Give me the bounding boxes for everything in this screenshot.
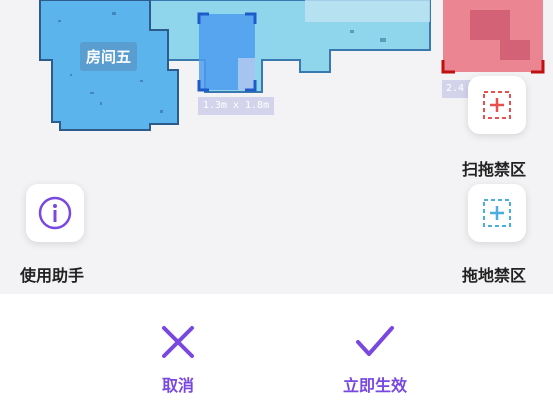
sweep-mop-forbidden-button[interactable] bbox=[468, 76, 526, 134]
add-blue-zone-icon bbox=[483, 199, 511, 227]
info-icon bbox=[38, 196, 72, 230]
close-icon bbox=[162, 326, 194, 358]
cancel-label: 取消 bbox=[161, 376, 194, 395]
zone-dimension-label: 1.3m x 1.8m bbox=[198, 97, 274, 115]
help-label: 使用助手 bbox=[20, 266, 85, 285]
selected-zone-notch bbox=[238, 58, 255, 90]
help-button[interactable] bbox=[26, 184, 84, 242]
room-label[interactable]: 房间五 bbox=[80, 42, 138, 71]
check-icon bbox=[356, 326, 394, 356]
map-area[interactable]: 房间五 1.3m x 1.8m 2.4 扫拖禁区 拖地禁区 使用助手 bbox=[0, 0, 553, 294]
cancel-button[interactable]: 取消 bbox=[146, 324, 210, 396]
room-corridor-detail bbox=[305, 0, 430, 22]
mop-forbidden-button[interactable] bbox=[468, 184, 526, 242]
bottom-action-bar: 取消 立即生效 bbox=[0, 294, 553, 416]
apply-button[interactable]: 立即生效 bbox=[330, 324, 420, 396]
apply-label: 立即生效 bbox=[342, 376, 407, 395]
sweep-mop-forbidden-label: 扫拖禁区 bbox=[462, 160, 527, 179]
mop-forbidden-label: 拖地禁区 bbox=[462, 266, 527, 285]
add-red-zone-icon bbox=[483, 91, 511, 119]
